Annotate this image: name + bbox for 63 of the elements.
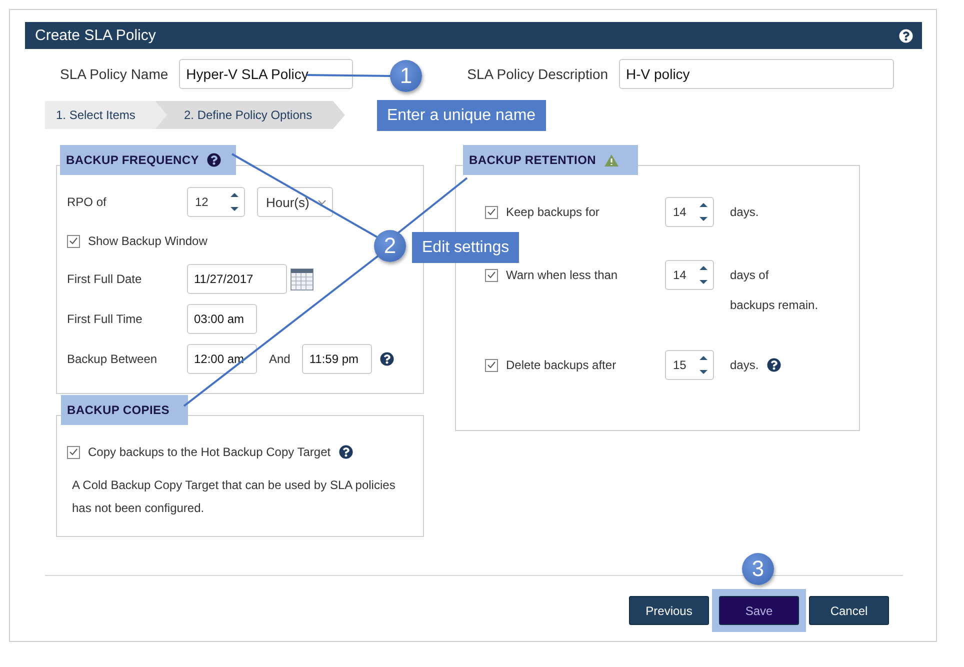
callout-label: Enter a unique name <box>377 100 546 131</box>
checkbox[interactable] <box>485 206 498 219</box>
field-label: First Full Time <box>67 312 144 326</box>
help-icon[interactable] <box>380 352 394 366</box>
warning-icon <box>604 154 619 167</box>
dialog-button[interactable]: Previous <box>629 596 709 625</box>
help-icon[interactable] <box>338 445 353 460</box>
wizard-step[interactable]: 2. Define Policy Options <box>155 101 345 130</box>
number-spinner[interactable]: 14 <box>665 197 714 228</box>
spinner-arrows-icon[interactable] <box>230 192 239 212</box>
callout-label: Edit settings <box>412 232 520 263</box>
unit-label: backups remain. <box>730 298 818 312</box>
checkbox-label: Keep backups for <box>506 205 600 220</box>
checkbox-label: Warn when less than <box>506 268 618 282</box>
checkmark-icon <box>487 271 496 280</box>
wizard-step[interactable]: 1. Select Items <box>45 101 167 130</box>
checkbox-label: Show Backup Window <box>88 234 208 248</box>
chevron-down-icon <box>318 200 326 205</box>
field-label: RPO of <box>67 195 108 210</box>
unit-dropdown[interactable]: Hour(s) <box>257 187 333 218</box>
help-icon[interactable] <box>899 28 913 43</box>
spinner-arrows-icon[interactable] <box>699 202 708 222</box>
dialog-button[interactable]: Save <box>719 596 799 625</box>
leader-line <box>397 177 468 234</box>
checkbox[interactable] <box>485 268 498 282</box>
checkbox[interactable] <box>67 446 80 459</box>
spinner-arrows-icon[interactable] <box>699 265 708 286</box>
unit-label: days of <box>730 268 769 282</box>
help-icon[interactable] <box>766 358 781 372</box>
checkmark-icon <box>487 361 496 370</box>
checkmark-icon <box>69 237 78 246</box>
section-heading: BACKUP COPIES <box>67 403 170 418</box>
field-label: First Full Date <box>67 272 143 286</box>
unit-label: days. <box>730 205 759 220</box>
number-spinner[interactable]: 15 <box>665 350 714 380</box>
checkmark-icon <box>69 448 78 456</box>
time-field[interactable]: 03:00 am <box>187 304 257 334</box>
section-heading: BACKUP RETENTION <box>469 153 596 168</box>
name-field[interactable]: Hyper-V SLA Policy <box>179 59 354 90</box>
section-heading: BACKUP FREQUENCY <box>66 153 199 168</box>
description-field[interactable]: H-V policy <box>619 59 894 90</box>
dialog-button[interactable]: Cancel <box>809 596 889 625</box>
spinner-arrows-icon[interactable] <box>699 355 708 376</box>
checkbox[interactable] <box>67 234 80 248</box>
field-label: SLA Policy Name <box>60 66 168 82</box>
step-number-badge: 3 <box>742 553 774 585</box>
unit-label: days. <box>730 358 759 372</box>
calendar-icon[interactable] <box>290 267 314 292</box>
info-text: A Cold Backup Copy Target that can be used by SLA policies has not been configured. <box>72 477 396 518</box>
time-field[interactable]: 11:59 pm <box>302 344 372 374</box>
checkbox-label: Delete backups after <box>506 358 616 372</box>
field-label: SLA Policy Description <box>467 66 608 82</box>
field-label: Backup Between <box>67 352 158 366</box>
field-label: And <box>269 352 290 366</box>
help-icon[interactable] <box>207 153 221 168</box>
number-spinner[interactable]: 12 <box>187 187 245 218</box>
dialog-title: Create SLA Policy <box>35 27 156 44</box>
checkmark-icon <box>487 208 496 216</box>
step-number-badge: 1 <box>390 60 422 92</box>
number-spinner[interactable]: 14 <box>665 260 714 290</box>
checkbox-label: Copy backups to the Hot Backup Copy Target <box>88 445 331 460</box>
checkbox[interactable] <box>485 358 498 372</box>
date-field[interactable]: 11/27/2017 <box>187 264 287 294</box>
